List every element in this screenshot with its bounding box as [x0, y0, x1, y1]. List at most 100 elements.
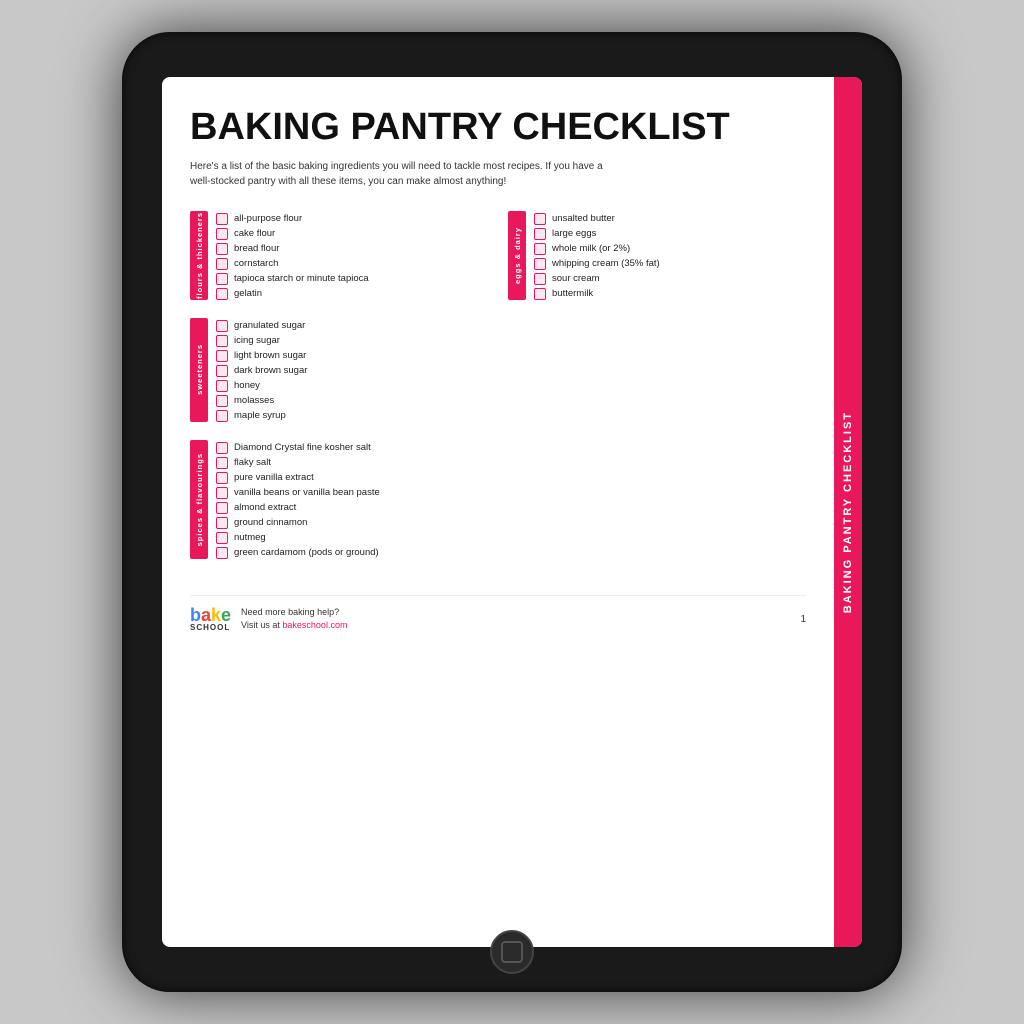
checklist-sweeteners: granulated sugar icing sugar light brown… — [216, 318, 488, 422]
checkbox[interactable] — [534, 243, 546, 255]
item-text: light brown sugar — [234, 350, 306, 361]
checklist-eggs: unsalted butter large eggs whole milk (o… — [534, 211, 806, 300]
checkbox[interactable] — [216, 320, 228, 332]
list-item: vanilla beans or vanilla bean paste — [216, 487, 488, 499]
item-text: cake flour — [234, 228, 275, 239]
two-column-layout: flours & thickeners all-purpose flour ca… — [190, 211, 806, 577]
item-text: dark brown sugar — [234, 365, 307, 376]
list-item: Diamond Crystal fine kosher salt — [216, 442, 488, 454]
list-item: light brown sugar — [216, 350, 488, 362]
checkbox[interactable] — [216, 213, 228, 225]
checkbox[interactable] — [216, 472, 228, 484]
item-text: unsalted butter — [552, 213, 615, 224]
item-text: large eggs — [552, 228, 596, 239]
item-text: maple syrup — [234, 410, 286, 421]
tablet-device: BAKING PANTRY CHECKLIST Here's a list of… — [122, 32, 902, 992]
tablet-screen: BAKING PANTRY CHECKLIST Here's a list of… — [162, 77, 862, 947]
logo-e: e — [221, 605, 231, 625]
checkbox[interactable] — [216, 380, 228, 392]
section-row-sweeteners: sweeteners granulated sugar icing sugar … — [190, 318, 488, 422]
checkbox[interactable] — [216, 532, 228, 544]
home-button[interactable] — [490, 930, 534, 974]
list-item: all-purpose flour — [216, 213, 488, 225]
checkbox[interactable] — [216, 273, 228, 285]
list-item: unsalted butter — [534, 213, 806, 225]
list-item: cake flour — [216, 228, 488, 240]
list-item: flaky salt — [216, 457, 488, 469]
checkbox[interactable] — [216, 335, 228, 347]
list-item: sour cream — [534, 273, 806, 285]
section-label-spices: spices & flavourings — [195, 453, 204, 546]
checklist-spices: Diamond Crystal fine kosher salt flaky s… — [216, 440, 488, 559]
list-item: buttermilk — [534, 288, 806, 300]
checkbox[interactable] — [534, 273, 546, 285]
section-label-flours: flours & thickeners — [195, 212, 204, 299]
checkbox[interactable] — [216, 517, 228, 529]
checkbox[interactable] — [216, 487, 228, 499]
list-item: pure vanilla extract — [216, 472, 488, 484]
list-item: granulated sugar — [216, 320, 488, 332]
checkbox[interactable] — [216, 243, 228, 255]
right-column: eggs & dairy unsalted butter large eggs … — [508, 211, 806, 577]
footer-left: bake SCHOOL Need more baking help? Visit… — [190, 606, 347, 633]
logo-b: b — [190, 605, 201, 625]
checkbox[interactable] — [216, 457, 228, 469]
item-text: Diamond Crystal fine kosher salt — [234, 442, 371, 453]
section-spices: spices & flavourings Diamond Crystal fin… — [190, 440, 488, 559]
checkbox[interactable] — [216, 288, 228, 300]
list-item: green cardamom (pods or ground) — [216, 547, 488, 559]
section-bar-eggs: eggs & dairy — [508, 211, 526, 300]
page-title: BAKING PANTRY CHECKLIST — [190, 107, 806, 149]
item-text: nutmeg — [234, 532, 266, 543]
footer-help-text: Need more baking help? Visit us at bakes… — [241, 606, 347, 633]
item-text: cornstarch — [234, 258, 278, 269]
checkbox[interactable] — [534, 213, 546, 225]
left-column: flours & thickeners all-purpose flour ca… — [190, 211, 488, 577]
section-bar-flours: flours & thickeners — [190, 211, 208, 300]
item-text: vanilla beans or vanilla bean paste — [234, 487, 380, 498]
section-eggs: eggs & dairy unsalted butter large eggs … — [508, 211, 806, 300]
page-content: BAKING PANTRY CHECKLIST Here's a list of… — [162, 77, 834, 947]
list-item: cornstarch — [216, 258, 488, 270]
checkbox[interactable] — [216, 395, 228, 407]
section-row-flours: flours & thickeners all-purpose flour ca… — [190, 211, 488, 300]
item-text: pure vanilla extract — [234, 472, 314, 483]
side-tab: BAKING PANTRY CHECKLIST — [834, 77, 862, 947]
checkbox[interactable] — [534, 228, 546, 240]
checkbox[interactable] — [216, 228, 228, 240]
item-text: gelatin — [234, 288, 262, 299]
list-item: icing sugar — [216, 335, 488, 347]
page-subtitle: Here's a list of the basic baking ingred… — [190, 159, 620, 189]
checkbox[interactable] — [534, 258, 546, 270]
list-item: whipping cream (35% fat) — [534, 258, 806, 270]
section-label-eggs: eggs & dairy — [513, 227, 522, 284]
checkbox[interactable] — [216, 547, 228, 559]
footer-link[interactable]: bakeschool.com — [282, 620, 347, 630]
logo-k: k — [211, 605, 221, 625]
checklist-flours: all-purpose flour cake flour bread flour… — [216, 211, 488, 300]
checkbox[interactable] — [534, 288, 546, 300]
item-text: molasses — [234, 395, 274, 406]
logo-a: a — [201, 605, 211, 625]
list-item: ground cinnamon — [216, 517, 488, 529]
item-text: flaky salt — [234, 457, 271, 468]
checkbox[interactable] — [216, 365, 228, 377]
footer-need-help: Need more baking help? — [241, 607, 339, 617]
item-text: icing sugar — [234, 335, 280, 346]
item-text: ground cinnamon — [234, 517, 307, 528]
list-item: almond extract — [216, 502, 488, 514]
list-item: nutmeg — [216, 532, 488, 544]
checkbox[interactable] — [216, 442, 228, 454]
checkbox[interactable] — [216, 258, 228, 270]
checkbox[interactable] — [216, 350, 228, 362]
item-text: whole milk (or 2%) — [552, 243, 630, 254]
item-text: whipping cream (35% fat) — [552, 258, 660, 269]
logo-bake: bake — [190, 606, 231, 624]
list-item: dark brown sugar — [216, 365, 488, 377]
checkbox[interactable] — [216, 410, 228, 422]
item-text: tapioca starch or minute tapioca — [234, 273, 369, 284]
list-item: gelatin — [216, 288, 488, 300]
item-text: green cardamom (pods or ground) — [234, 547, 379, 558]
logo-wrapper: bake SCHOOL — [190, 606, 231, 632]
checkbox[interactable] — [216, 502, 228, 514]
